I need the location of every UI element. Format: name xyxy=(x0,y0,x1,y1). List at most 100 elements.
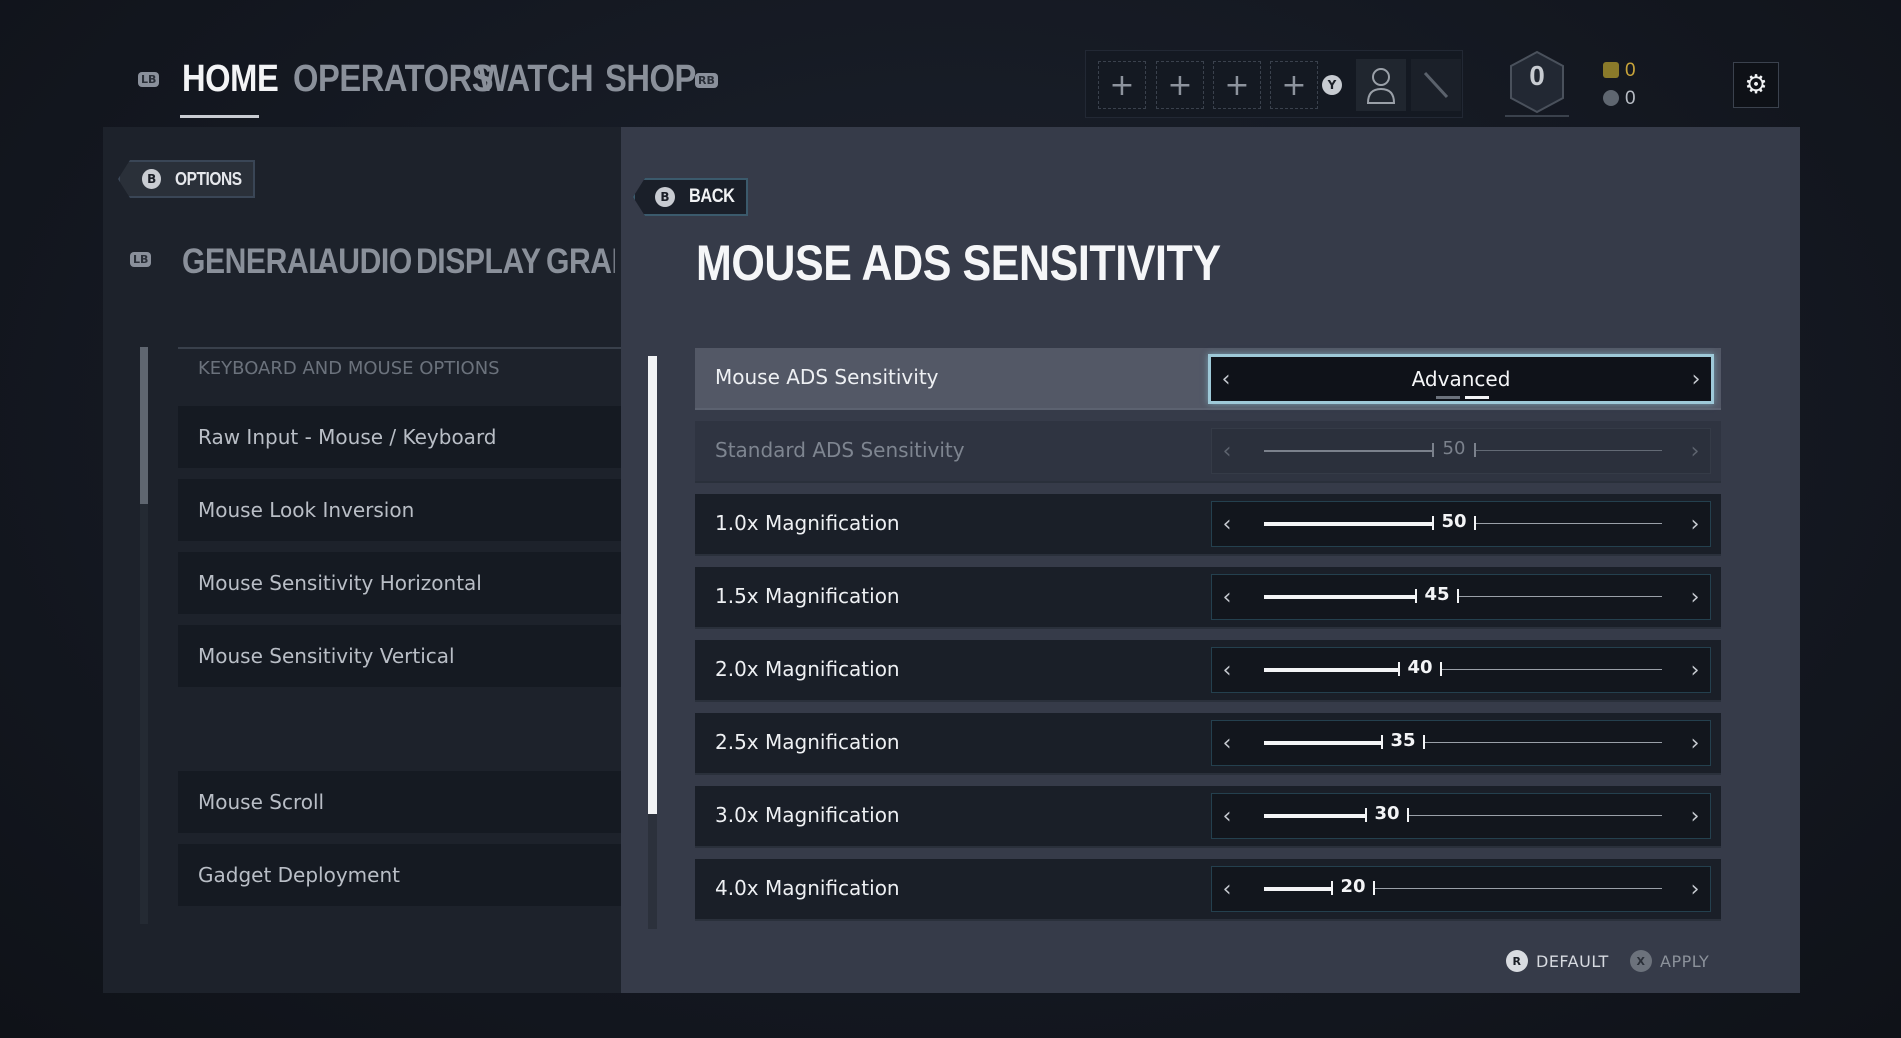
slider-fill xyxy=(1264,522,1432,526)
renown-value: 0 xyxy=(1625,60,1636,81)
tab-shop[interactable]: SHOP xyxy=(605,58,696,101)
sensitivity-slider-row[interactable]: 2.5x Magnification ‹ 35 › xyxy=(695,713,1721,775)
mouse-ads-sensitivity-mode-row[interactable]: Mouse ADS Sensitivity ‹ Advanced › xyxy=(695,348,1721,410)
slider-control: ‹ 50 › xyxy=(1211,428,1711,474)
option-mouse-scroll[interactable]: Mouse Scroll xyxy=(178,771,623,833)
chevron-right-icon[interactable]: › xyxy=(1683,357,1709,401)
slider-control[interactable]: ‹ 20 › xyxy=(1211,866,1711,912)
apply-hint[interactable]: X APPLY xyxy=(1630,950,1709,972)
slider-value: 20 xyxy=(1340,876,1366,897)
squad-panel: + + + + Y xyxy=(1085,50,1463,118)
option-mouse-sensitivity-vertical[interactable]: Mouse Sensitivity Vertical xyxy=(178,625,623,687)
setting-label: 1.0x Magnification xyxy=(715,511,900,535)
slider-control[interactable]: ‹ 50 › xyxy=(1211,501,1711,547)
slider-control[interactable]: ‹ 30 › xyxy=(1211,793,1711,839)
default-hint[interactable]: R DEFAULT xyxy=(1506,950,1609,972)
chevron-left-icon[interactable]: ‹ xyxy=(1214,721,1240,765)
options-scrollbar-thumb[interactable] xyxy=(140,347,148,504)
page-indicator-active xyxy=(1465,396,1489,399)
chevron-left-icon[interactable]: ‹ xyxy=(1214,575,1240,619)
tab-graphics[interactable]: GRAPH xyxy=(546,242,615,282)
slider-value: 50 xyxy=(1441,511,1467,532)
default-label: DEFAULT xyxy=(1536,951,1609,971)
slider-handle-left[interactable] xyxy=(1381,735,1383,749)
slider-control[interactable]: ‹ 45 › xyxy=(1211,574,1711,620)
player-avatar-icon[interactable] xyxy=(1356,59,1406,111)
slider-value: 50 xyxy=(1442,438,1466,459)
tab-display[interactable]: DISPLAY xyxy=(416,242,541,282)
slider-track[interactable]: 20 xyxy=(1264,876,1662,897)
chevron-left-icon[interactable]: ‹ xyxy=(1214,502,1240,546)
back-button[interactable]: B BACK xyxy=(633,178,748,216)
chevron-right-icon[interactable]: › xyxy=(1682,575,1708,619)
setting-label: 3.0x Magnification xyxy=(715,803,900,827)
slider-handle-left[interactable] xyxy=(1398,662,1400,676)
slider-track[interactable]: 40 xyxy=(1264,657,1662,678)
setting-label: Standard ADS Sensitivity xyxy=(715,438,965,462)
chevron-right-icon[interactable]: › xyxy=(1682,648,1708,692)
option-mouse-look-inversion[interactable]: Mouse Look Inversion xyxy=(178,479,623,541)
slider-track[interactable]: 30 xyxy=(1264,803,1662,824)
chevron-right-icon[interactable]: › xyxy=(1682,867,1708,911)
sensitivity-slider-row[interactable]: 2.0x Magnification ‹ 40 › xyxy=(695,640,1721,702)
r6-credits-icon xyxy=(1603,90,1619,106)
option-label: Mouse Sensitivity Horizontal xyxy=(198,571,482,595)
option-label: Mouse Look Inversion xyxy=(198,498,415,522)
sensitivity-slider-row[interactable]: 3.0x Magnification ‹ 30 › xyxy=(695,786,1721,848)
setting-label: 2.5x Magnification xyxy=(715,730,900,754)
sensitivity-slider-row[interactable]: 1.5x Magnification ‹ 45 › xyxy=(695,567,1721,629)
slider-handle-left[interactable] xyxy=(1415,589,1417,603)
squad-slot-add-icon[interactable]: + xyxy=(1156,61,1204,109)
chevron-right-icon[interactable]: › xyxy=(1682,502,1708,546)
sensitivity-slider-row: Standard ADS Sensitivity ‹ 50 › xyxy=(695,421,1721,483)
lb-bumper-badge: LB xyxy=(138,72,160,87)
empty-slot-slash-icon xyxy=(1411,59,1461,111)
section-title: KEYBOARD AND MOUSE OPTIONS xyxy=(198,358,500,379)
slider-track[interactable]: 45 xyxy=(1264,584,1662,605)
b-button-icon: B xyxy=(142,169,162,189)
slider-handle-left[interactable] xyxy=(1331,881,1333,895)
squad-slot-add-icon[interactable]: + xyxy=(1213,61,1261,109)
slider-remaining-track xyxy=(1476,450,1662,451)
tab-operators[interactable]: OPERATORS xyxy=(293,58,494,101)
rank-value: 0 xyxy=(1529,60,1545,91)
tab-watch[interactable]: WATCH xyxy=(478,58,594,101)
chevron-left-icon[interactable]: ‹ xyxy=(1214,867,1240,911)
slider-track[interactable]: 35 xyxy=(1264,730,1662,751)
slider-control[interactable]: ‹ 40 › xyxy=(1211,647,1711,693)
tab-general[interactable]: GENERAL xyxy=(182,242,327,282)
slider-remaining-track xyxy=(1409,815,1662,816)
slider-value: 40 xyxy=(1407,657,1433,678)
slider-fill xyxy=(1264,450,1432,452)
sensitivity-slider-row[interactable]: 4.0x Magnification ‹ 20 › xyxy=(695,859,1721,921)
rank-hexagon-icon[interactable]: 0 xyxy=(1505,48,1569,116)
option-raw-input[interactable]: Raw Input - Mouse / Keyboard xyxy=(178,406,623,468)
chevron-left-icon[interactable]: ‹ xyxy=(1214,794,1240,838)
settings-gear-icon[interactable]: ⚙ xyxy=(1733,62,1779,108)
chevron-left-icon[interactable]: ‹ xyxy=(1214,648,1240,692)
lb-bumper-badge: LB xyxy=(130,252,152,267)
options-back-button[interactable]: B OPTIONS xyxy=(118,160,255,198)
tab-home[interactable]: HOME xyxy=(182,58,279,101)
tab-audio[interactable]: AUDIO xyxy=(317,242,412,282)
slider-remaining-track xyxy=(1459,596,1662,597)
slider-control[interactable]: ‹ 35 › xyxy=(1211,720,1711,766)
slider-handle-left[interactable] xyxy=(1365,808,1367,822)
mode-selector[interactable]: ‹ Advanced › xyxy=(1208,354,1714,404)
top-navigation: LB HOME OPERATORS WATCH SHOP RB + + + + … xyxy=(0,0,1901,125)
sensitivity-scrollbar-thumb[interactable] xyxy=(648,356,657,814)
slider-value: 45 xyxy=(1424,584,1450,605)
option-mouse-sensitivity-horizontal[interactable]: Mouse Sensitivity Horizontal xyxy=(178,552,623,614)
apply-label: APPLY xyxy=(1660,951,1710,971)
slider-remaining-track xyxy=(1442,669,1662,670)
chevron-right-icon[interactable]: › xyxy=(1682,721,1708,765)
slider-handle-left[interactable] xyxy=(1432,516,1434,530)
slider-track[interactable]: 50 xyxy=(1264,511,1662,532)
squad-slot-add-icon[interactable]: + xyxy=(1270,61,1318,109)
chevron-right-icon[interactable]: › xyxy=(1682,794,1708,838)
rank-underline xyxy=(1505,115,1569,117)
slider-fill xyxy=(1264,741,1381,745)
sensitivity-slider-row[interactable]: 1.0x Magnification ‹ 50 › xyxy=(695,494,1721,556)
option-gadget-deployment[interactable]: Gadget Deployment xyxy=(178,844,623,906)
squad-slot-add-icon[interactable]: + xyxy=(1098,61,1146,109)
